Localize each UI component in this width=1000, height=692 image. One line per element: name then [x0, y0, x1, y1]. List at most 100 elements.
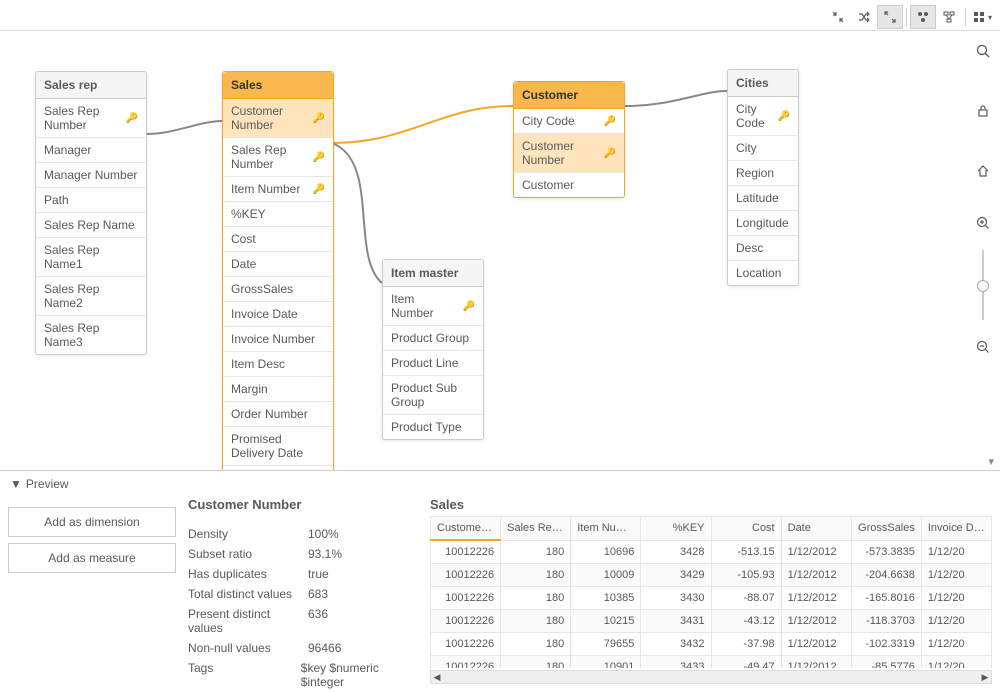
- layout-icon[interactable]: [910, 5, 936, 29]
- table-field[interactable]: Sales Rep Name1: [36, 238, 146, 277]
- table-field[interactable]: Product Line: [383, 351, 483, 376]
- table-cell: 1/12/20: [921, 564, 991, 587]
- collapse-icon[interactable]: [825, 5, 851, 29]
- table-field[interactable]: Product Type: [383, 415, 483, 439]
- table-field[interactable]: GrossSales: [223, 277, 333, 302]
- toolbar-separator: [906, 8, 907, 26]
- table-field[interactable]: Item Number🔑: [223, 177, 333, 202]
- table-header[interactable]: Item master: [383, 260, 483, 287]
- table-cell: -43.12: [711, 610, 781, 633]
- meta-value: 96466: [308, 641, 341, 655]
- table-cell: 180: [501, 564, 571, 587]
- table-field[interactable]: Margin: [223, 377, 333, 402]
- table-item-master[interactable]: Item master Item Number🔑 Product Group P…: [382, 259, 484, 440]
- column-header[interactable]: Cost: [711, 517, 781, 541]
- column-header[interactable]: Date: [781, 517, 851, 541]
- table-cell: 180: [501, 540, 571, 564]
- table-field[interactable]: Customer Number🔑: [223, 99, 333, 138]
- table-field[interactable]: %KEY: [223, 202, 333, 227]
- data-model-canvas[interactable]: Sales rep Sales Rep Number🔑 Manager Mana…: [0, 30, 1000, 470]
- table-field[interactable]: Sales Rep Name2: [36, 277, 146, 316]
- table-field[interactable]: City: [728, 136, 798, 161]
- table-field[interactable]: Sales Rep Number🔑: [223, 138, 333, 177]
- preview-header[interactable]: ▼ Preview: [0, 471, 1000, 497]
- table-row[interactable]: 10012226180100093429-105.931/12/2012-204…: [431, 564, 992, 587]
- column-header[interactable]: Invoice Date: [921, 517, 991, 541]
- table-row[interactable]: 10012226180106963428-513.151/12/2012-573…: [431, 540, 992, 564]
- table-field[interactable]: Manager: [36, 138, 146, 163]
- table-cell: 1/12/20: [921, 610, 991, 633]
- table-field[interactable]: Order Number: [223, 402, 333, 427]
- table-field[interactable]: Date: [223, 252, 333, 277]
- table-field[interactable]: Customer: [514, 173, 624, 197]
- meta-row: Non-null values96466: [188, 638, 418, 658]
- scroll-left-icon[interactable]: ◀: [431, 672, 443, 683]
- table-field[interactable]: Path: [36, 188, 146, 213]
- table-customer[interactable]: Customer City Code🔑 Customer Number🔑 Cus…: [513, 81, 625, 198]
- table-header[interactable]: Sales rep: [36, 72, 146, 99]
- table-cell: 1/12/20: [921, 587, 991, 610]
- table-field[interactable]: Invoice Number: [223, 327, 333, 352]
- table-field[interactable]: Item Desc: [223, 352, 333, 377]
- table-cities[interactable]: Cities City Code🔑 City Region Latitude L…: [727, 69, 799, 286]
- table-field[interactable]: Manager Number: [36, 163, 146, 188]
- grid-menu-icon[interactable]: ▾: [969, 5, 995, 29]
- preview-table[interactable]: Customer NumberSales Rep NumberItem Numb…: [430, 516, 992, 668]
- table-field[interactable]: Longitude: [728, 211, 798, 236]
- table-field[interactable]: Product Sub Group: [383, 376, 483, 415]
- table-field[interactable]: Sales Rep Name3: [36, 316, 146, 354]
- table-field[interactable]: City Code🔑: [514, 109, 624, 134]
- column-header[interactable]: Item Number: [571, 517, 641, 541]
- table-field[interactable]: Customer Number🔑: [514, 134, 624, 173]
- preview-table-wrap: Sales Customer NumberSales Rep NumberIte…: [430, 497, 992, 684]
- table-row[interactable]: 10012226180103853430-88.071/12/2012-165.…: [431, 587, 992, 610]
- table-field[interactable]: Latitude: [728, 186, 798, 211]
- table-row[interactable]: 10012226180102153431-43.121/12/2012-118.…: [431, 610, 992, 633]
- table-field[interactable]: Promised Delivery Date: [223, 427, 333, 466]
- expand-icon[interactable]: [877, 5, 903, 29]
- table-field[interactable]: Location: [728, 261, 798, 285]
- meta-value: 683: [308, 587, 328, 601]
- home-icon[interactable]: [972, 160, 994, 182]
- table-cell: -204.6638: [851, 564, 921, 587]
- table-header[interactable]: Sales: [223, 72, 333, 99]
- shuffle-icon[interactable]: [851, 5, 877, 29]
- table-cell: 10696: [571, 540, 641, 564]
- column-header[interactable]: Customer Number: [431, 517, 501, 541]
- scroll-right-icon[interactable]: ▶: [979, 672, 991, 683]
- zoom-out-icon[interactable]: [972, 336, 994, 358]
- table-row[interactable]: 10012226180109013433-49.471/12/2012-85.5…: [431, 656, 992, 669]
- expand-handle-icon[interactable]: ▾: [988, 455, 994, 468]
- horizontal-scrollbar[interactable]: ◀ ▶: [430, 670, 992, 684]
- table-field[interactable]: Desc: [728, 236, 798, 261]
- add-dimension-button[interactable]: Add as dimension: [8, 507, 176, 537]
- table-field[interactable]: Item Number🔑: [383, 287, 483, 326]
- schema-icon[interactable]: [936, 5, 962, 29]
- meta-value: 636: [308, 607, 328, 635]
- table-field[interactable]: Sales Rep Number🔑: [36, 99, 146, 138]
- table-sales-rep[interactable]: Sales rep Sales Rep Number🔑 Manager Mana…: [35, 71, 147, 355]
- table-cell: 1/12/20: [921, 540, 991, 564]
- table-field[interactable]: Invoice Date: [223, 302, 333, 327]
- column-header[interactable]: %KEY: [641, 517, 711, 541]
- table-field[interactable]: Sales: [223, 466, 333, 470]
- zoom-in-icon[interactable]: [972, 212, 994, 234]
- table-field[interactable]: Region: [728, 161, 798, 186]
- table-header[interactable]: Customer: [514, 82, 624, 109]
- table-field[interactable]: Sales Rep Name: [36, 213, 146, 238]
- table-field[interactable]: City Code🔑: [728, 97, 798, 136]
- column-header[interactable]: GrossSales: [851, 517, 921, 541]
- search-icon[interactable]: [972, 40, 994, 62]
- meta-row: Total distinct values683: [188, 584, 418, 604]
- table-field[interactable]: Cost: [223, 227, 333, 252]
- table-cell: -165.8016: [851, 587, 921, 610]
- lock-icon[interactable]: [972, 100, 994, 122]
- column-header[interactable]: Sales Rep Number: [501, 517, 571, 541]
- table-sales[interactable]: Sales Customer Number🔑 Sales Rep Number🔑…: [222, 71, 334, 470]
- zoom-thumb[interactable]: [977, 280, 989, 292]
- zoom-slider[interactable]: [982, 250, 984, 320]
- table-row[interactable]: 10012226180796553432-37.981/12/2012-102.…: [431, 633, 992, 656]
- table-header[interactable]: Cities: [728, 70, 798, 97]
- table-field[interactable]: Product Group: [383, 326, 483, 351]
- add-measure-button[interactable]: Add as measure: [8, 543, 176, 573]
